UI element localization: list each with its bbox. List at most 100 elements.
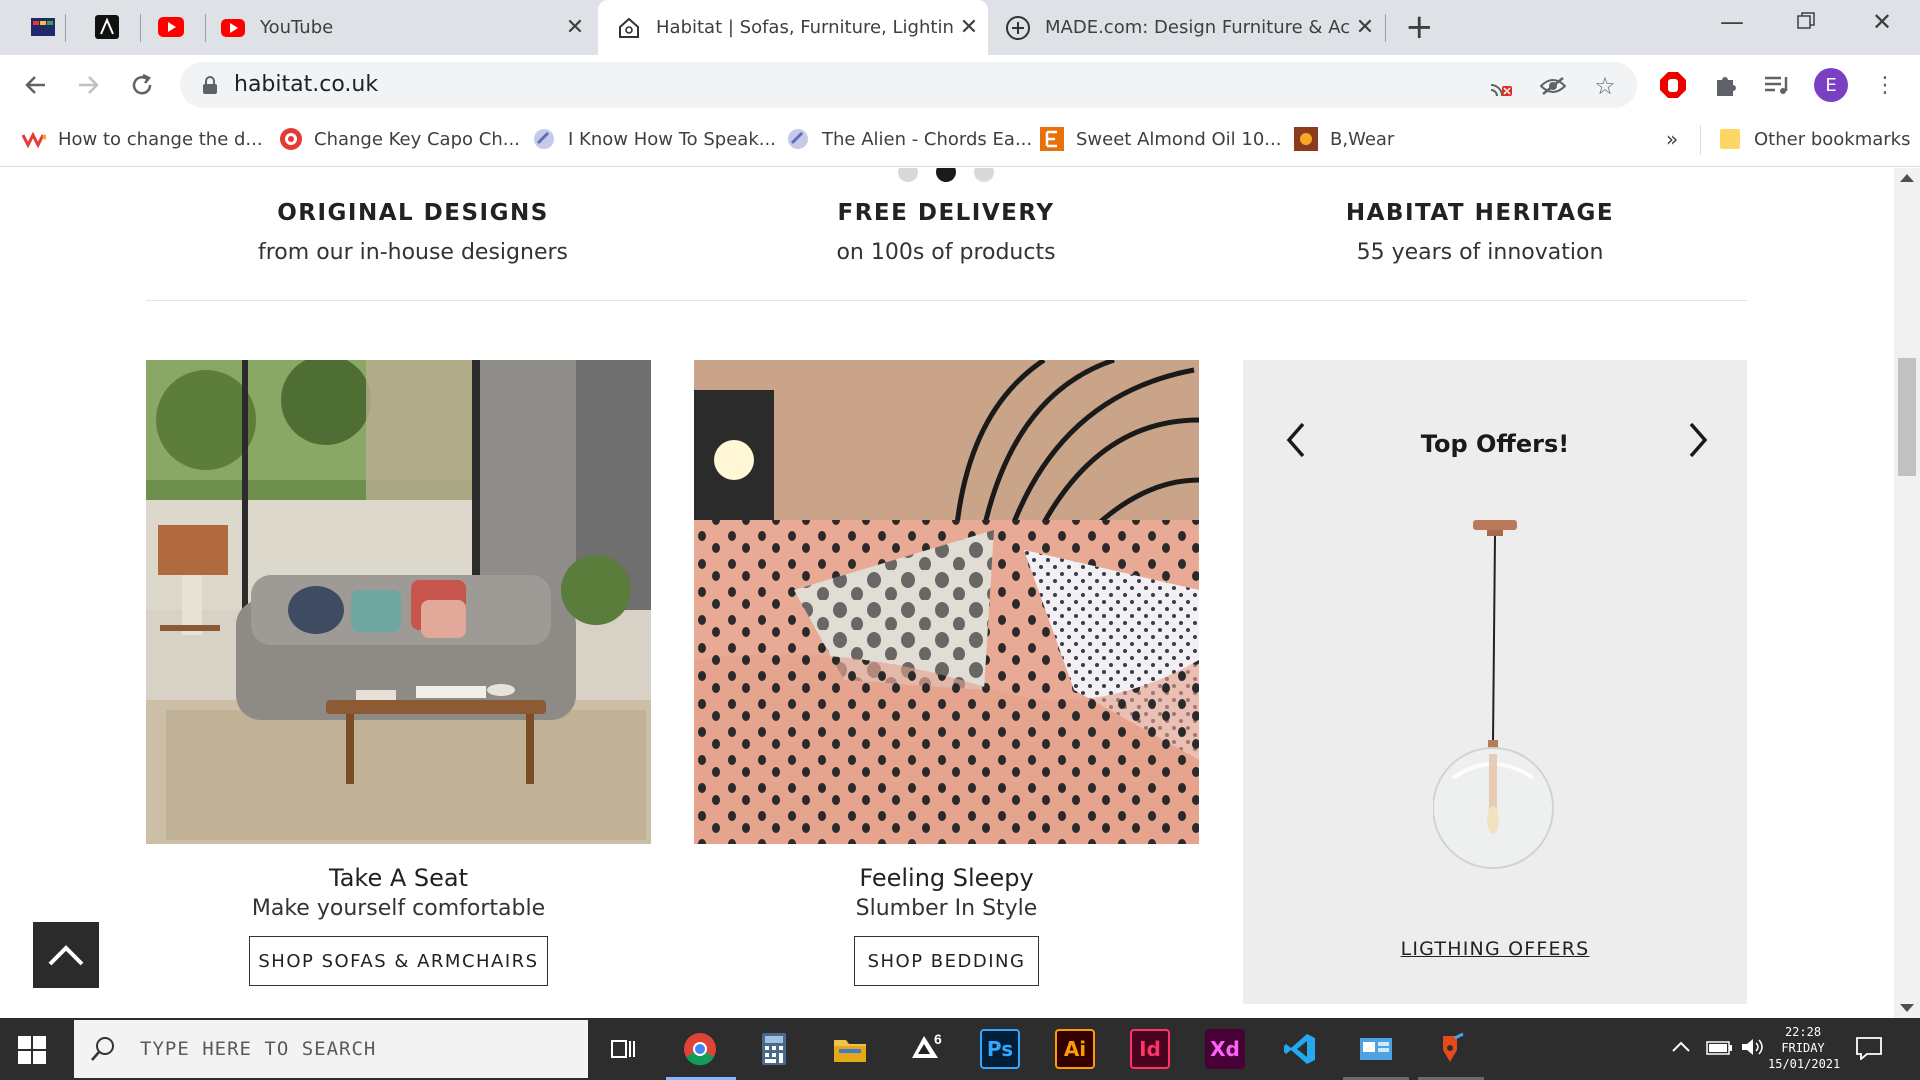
offers-title: Top Offers! [1420,430,1570,458]
cast-blocked-icon[interactable] [1488,73,1514,99]
tracking-blocked-icon[interactable] [1540,73,1566,99]
usp-subtext: 55 years of innovation [1356,240,1604,265]
close-tab-icon[interactable]: ✕ [954,15,984,40]
bookmarks-bar: How to change the d... Change Key Capo C… [0,115,1920,167]
other-bookmarks-folder[interactable]: Other bookmarks [1718,127,1910,151]
bookmark-item[interactable]: B,Wear [1294,127,1394,151]
pinned-tab-youtube-icon[interactable] [156,12,186,42]
carousel-dot[interactable] [898,168,918,182]
bookmark-favicon-icon [1294,127,1318,151]
pen-tool-app-icon[interactable] [1430,1029,1470,1069]
usp-habitat-heritage: HABITAT HERITAGE 55 years of innovation [1250,200,1710,265]
card-title: Feeling Sleepy [859,864,1034,892]
show-hidden-icons-icon[interactable] [1670,1036,1692,1063]
carousel-dot[interactable] [974,168,994,182]
card-subtitle: Make yourself comfortable [251,896,546,921]
clock-time: 22:28 [1784,1025,1822,1039]
lighting-offers-link[interactable]: LIGTHING OFFERS [1243,938,1747,960]
tab-youtube[interactable]: YouTube ✕ [220,0,590,55]
reload-icon[interactable] [124,67,160,103]
bookmark-item[interactable]: The Alien - Chords Ea... [786,127,1032,151]
shop-sofas-armchairs-button[interactable]: SHOP SOFAS & ARMCHAIRS [249,936,548,986]
bookmark-favicon-icon [1040,127,1064,151]
bookmarks-overflow-button[interactable]: » [1666,127,1678,151]
bedding-image[interactable] [694,360,1199,844]
usp-free-delivery: FREE DELIVERY on 100s of products [716,200,1176,265]
page-scrollbar[interactable] [1894,168,1920,1018]
system-clock[interactable]: 22:28 FRIDAY 15/01/2021 [1768,1024,1841,1072]
usp-heading: FREE DELIVERY [837,200,1055,226]
chevron-right-icon[interactable] [1683,420,1713,460]
taskbar-search-box[interactable]: TYPE HERE TO SEARCH [74,1020,588,1078]
bookmark-favicon-icon [786,127,810,151]
illustrator-icon[interactable]: Ai [1055,1029,1095,1069]
photoshop-icon[interactable]: Ps [980,1029,1020,1069]
volume-icon[interactable] [1740,1036,1766,1063]
sofa-living-room-image[interactable] [146,360,651,844]
back-to-top-button[interactable] [33,922,99,988]
clock-date: 15/01/2021 [1768,1057,1841,1071]
divider [146,300,1747,301]
restore-icon[interactable] [1786,8,1826,36]
bookmark-item[interactable]: How to change the d... [22,127,263,151]
folder-icon [1718,127,1742,151]
page-viewport: ORIGINAL DESIGNS from our in-house desig… [0,168,1920,1018]
notifications-icon[interactable] [1855,1036,1883,1065]
control-panel-icon[interactable] [1356,1029,1396,1069]
scroll-up-icon[interactable] [1900,174,1914,182]
menu-kebab-icon[interactable]: ⋮ [1870,70,1900,100]
bookmark-star-icon[interactable]: ☆ [1592,72,1618,100]
back-icon[interactable] [18,67,54,103]
adblock-extension-icon[interactable] [1658,70,1688,100]
vscode-icon[interactable] [1280,1029,1320,1069]
media-control-icon[interactable] [1762,70,1792,100]
bookmark-favicon-icon [22,127,46,151]
usp-original-designs: ORIGINAL DESIGNS from our in-house desig… [183,200,643,265]
minimize-icon[interactable]: — [1712,8,1752,36]
scroll-thumb[interactable] [1898,358,1916,476]
usp-subtext: from our in-house designers [258,240,568,265]
bookmark-label: B,Wear [1330,128,1395,150]
battery-icon[interactable] [1705,1036,1733,1063]
usp-subtext: on 100s of products [836,240,1056,265]
tab-habitat[interactable]: Habitat | Sofas, Furniture, Lighting, H … [598,0,988,55]
file-explorer-icon[interactable] [830,1029,870,1069]
calculator-icon[interactable] [754,1029,794,1069]
close-window-icon[interactable]: ✕ [1862,8,1902,36]
indesign-icon[interactable]: Id [1130,1029,1170,1069]
chevron-up-icon [48,945,84,966]
inkscape-icon[interactable]: 6 [906,1029,946,1069]
url-text: habitat.co.uk [234,72,379,97]
bookmark-item[interactable]: I Know How To Speak... [532,127,776,151]
new-tab-icon[interactable]: + [1405,10,1434,44]
pinned-tab-app-icon[interactable] [28,12,58,42]
extensions-puzzle-icon[interactable] [1711,70,1741,100]
shop-bedding-button[interactable]: SHOP BEDDING [854,936,1039,986]
bookmark-label: Sweet Almond Oil 10... [1076,128,1282,150]
task-view-icon[interactable] [604,1029,644,1069]
search-placeholder: TYPE HERE TO SEARCH [140,1038,377,1060]
adobe-xd-icon[interactable]: Xd [1205,1029,1245,1069]
made-icon [1005,15,1031,41]
chrome-icon[interactable] [680,1029,720,1069]
profile-avatar[interactable]: E [1814,68,1848,102]
habitat-icon [616,15,642,41]
tab-title: Habitat | Sofas, Furniture, Lighting, H [656,17,954,38]
scroll-down-icon[interactable] [1900,1004,1914,1012]
carousel-dot-active[interactable] [936,168,956,182]
bookmark-item[interactable]: Change Key Capo Ch... [278,127,520,151]
close-tab-icon[interactable]: ✕ [560,15,590,40]
pinned-tab-adobe-icon[interactable] [92,12,122,42]
bookmark-favicon-icon [278,127,302,151]
bookmark-label: Change Key Capo Ch... [314,128,520,150]
bookmark-label: How to change the d... [58,128,263,150]
address-bar[interactable]: habitat.co.uk ☆ [180,62,1637,108]
bookmark-item[interactable]: Sweet Almond Oil 10... [1040,127,1281,151]
pendant-light-image[interactable] [1432,520,1557,874]
top-offers-panel: Top Offers! LIGTHING OFFERS [1243,360,1747,1004]
tab-title: MADE.com: Design Furniture & Acce [1045,17,1350,38]
close-tab-icon[interactable]: ✕ [1350,15,1380,40]
tab-made[interactable]: MADE.com: Design Furniture & Acce ✕ [1005,0,1380,55]
forward-icon[interactable] [70,67,106,103]
windows-start-icon[interactable] [18,1036,46,1068]
